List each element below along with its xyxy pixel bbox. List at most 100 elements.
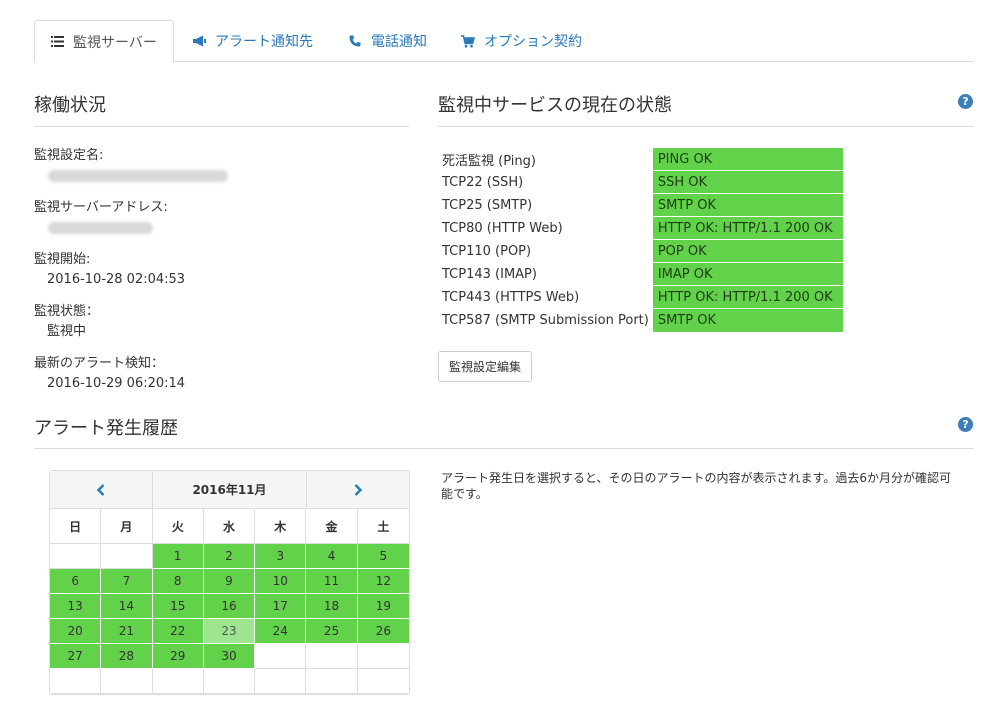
help-icon[interactable]: ? (958, 417, 973, 432)
service-name: TCP80 (HTTP Web) (442, 220, 563, 236)
calendar-day[interactable]: 11 (306, 569, 358, 594)
calendar-empty-cell (306, 644, 358, 669)
calendar-day[interactable]: 13 (50, 594, 102, 619)
calendar-day[interactable]: 16 (203, 594, 256, 619)
weekday-header: 日 (50, 509, 102, 544)
calendar-day[interactable]: 8 (152, 569, 204, 594)
calendar-day[interactable]: 28 (101, 644, 153, 669)
calendar-day[interactable]: 12 (357, 569, 409, 594)
service-status: SMTP OK (652, 308, 843, 332)
calendar-day[interactable]: 23 (203, 619, 256, 644)
megaphone-icon (191, 35, 207, 47)
service-row: TCP22 (SSH) SSH OK (438, 170, 843, 194)
service-name: TCP443 (HTTPS Web) (442, 289, 580, 305)
service-row: TCP25 (SMTP) SMTP OK (438, 193, 843, 217)
service-status: HTTP OK: HTTP/1.1 200 OK (652, 216, 843, 240)
calendar-day[interactable]: 19 (357, 594, 409, 619)
service-name: TCP110 (POP) (442, 243, 532, 259)
calendar-empty-cell (50, 669, 102, 694)
service-name: TCP587 (SMTP Submission Port) (442, 312, 649, 328)
calendar-day[interactable]: 14 (101, 594, 153, 619)
service-status: HTTP OK: HTTP/1.1 200 OK (652, 285, 843, 309)
calendar-day[interactable]: 10 (255, 569, 307, 594)
calendar-header: 2016年11月 (50, 471, 409, 509)
prev-month-button[interactable] (50, 471, 152, 508)
calendar-day[interactable]: 7 (101, 569, 153, 594)
service-name: TCP143 (IMAP) (442, 266, 537, 282)
monitor-start-field: 監視開始: 2016-10-28 02:04:53 (34, 252, 186, 287)
help-icon[interactable]: ? (958, 94, 973, 109)
weekday-header: 月 (101, 509, 153, 544)
divider (34, 448, 974, 449)
weekday-header: 金 (306, 509, 358, 544)
operation-title: 稼働状況 (34, 95, 106, 116)
calendar-empty-cell (255, 669, 307, 694)
edit-settings-button[interactable]: 監視設定編集 (438, 351, 532, 382)
masked-value (48, 221, 153, 234)
calendar-empty-cell (203, 669, 256, 694)
service-row: TCP80 (HTTP Web) HTTP OK: HTTP/1.1 200 OK (438, 216, 843, 240)
calendar-day[interactable]: 3 (255, 544, 307, 569)
calendar-empty-cell (152, 669, 204, 694)
service-status-table: 死活監視 (Ping) PING OK TCP22 (SSH) SSH OK TCP25… (438, 147, 843, 332)
service-row: TCP443 (HTTPS Web) HTTP OK: HTTP/1.1 200 … (438, 285, 843, 309)
service-name: TCP22 (SSH) (442, 174, 524, 190)
tab-label: 電話通知 (371, 34, 427, 50)
calendar-day[interactable]: 9 (203, 569, 256, 594)
service-status: POP OK (652, 239, 843, 263)
calendar-day[interactable]: 22 (152, 619, 204, 644)
history-title: アラート発生履歴 (34, 418, 178, 439)
list-icon (49, 36, 65, 47)
calendar-day[interactable]: 2 (203, 544, 256, 569)
calendar-empty-cell (50, 544, 102, 569)
weekday-header: 火 (152, 509, 204, 544)
calendar-day[interactable]: 1 (152, 544, 204, 569)
phone-icon (347, 35, 363, 47)
tab-bar: 監視サーバー アラート通知先 電話通知 オプション契約 (34, 20, 974, 63)
calendar-day[interactable]: 27 (50, 644, 102, 669)
next-month-button[interactable] (307, 471, 409, 508)
masked-value (48, 169, 228, 182)
calendar-day[interactable]: 26 (357, 619, 409, 644)
service-name: 死活監視 (Ping) (442, 153, 536, 169)
chevron-right-icon (354, 483, 363, 496)
calendar-day[interactable]: 17 (255, 594, 307, 619)
calendar-day[interactable]: 20 (50, 619, 102, 644)
history-hint: アラート発生日を選択すると、その日のアラートの内容が表示されます。過去6か月分が… (441, 471, 951, 501)
monitor-state-field: 監視状態： 監視中 (34, 304, 100, 339)
monitor-name-field: 監視設定名: (34, 147, 409, 187)
tab-label: アラート通知先 (215, 34, 313, 50)
calendar-day[interactable]: 4 (306, 544, 358, 569)
calendar-day[interactable]: 6 (50, 569, 102, 594)
calendar-day[interactable]: 24 (255, 619, 307, 644)
calendar-day[interactable]: 29 (152, 644, 204, 669)
calendar-day[interactable]: 30 (203, 644, 256, 669)
service-name: TCP25 (SMTP) (442, 197, 533, 213)
calendar-day[interactable]: 18 (306, 594, 358, 619)
calendar-day[interactable]: 21 (101, 619, 153, 644)
tab-alert-destination[interactable]: アラート通知先 (191, 20, 313, 62)
service-status: SSH OK (652, 170, 843, 194)
calendar-empty-cell (357, 669, 409, 694)
service-status: PING OK (652, 147, 843, 171)
calendar-day[interactable]: 5 (357, 544, 409, 569)
tab-monitor-server[interactable]: 監視サーバー (34, 20, 174, 63)
chevron-left-icon (96, 483, 105, 496)
weekday-header: 水 (203, 509, 256, 544)
calendar-empty-cell (101, 544, 153, 569)
calendar-empty-cell (306, 669, 358, 694)
tab-option-contract[interactable]: オプション契約 (460, 20, 582, 62)
calendar-day[interactable]: 15 (152, 594, 204, 619)
tab-phone-notification[interactable]: 電話通知 (347, 20, 427, 62)
weekday-header: 土 (357, 509, 409, 544)
calendar-empty-cell (101, 669, 153, 694)
calendar-empty-cell (357, 644, 409, 669)
service-row: TCP110 (POP) POP OK (438, 239, 843, 263)
operation-info: 監視設定名: 監視サーバーアドレス: 監視開始: 2016-10-28 02:0… (34, 147, 409, 407)
monitor-address-field: 監視サーバーアドレス: (34, 199, 409, 239)
calendar-month-title: 2016年11月 (152, 471, 307, 508)
services-title: 監視中サービスの現在の状態 (438, 95, 672, 116)
service-row: 死活監視 (Ping) PING OK (438, 147, 843, 171)
calendar-empty-cell (255, 644, 307, 669)
calendar-day[interactable]: 25 (306, 619, 358, 644)
